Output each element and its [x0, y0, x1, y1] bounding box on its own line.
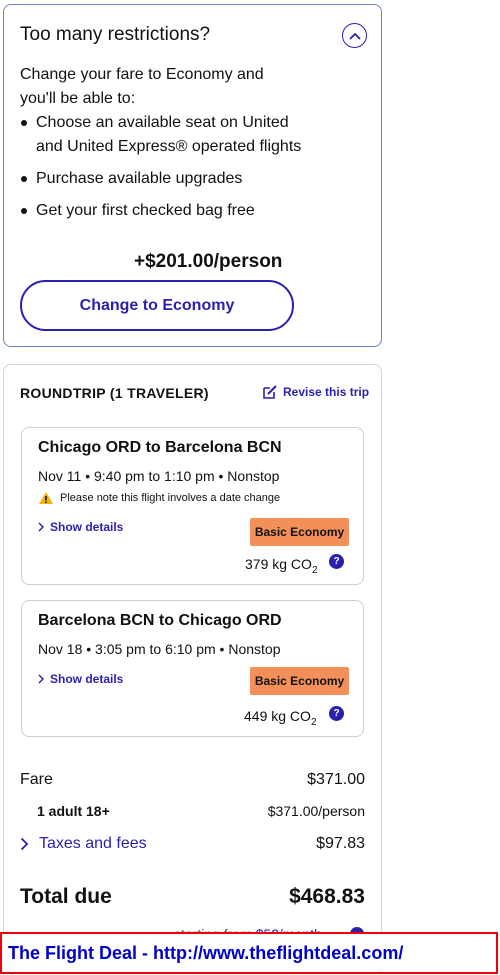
date-change-warning: Please note this flight involves a date …	[38, 491, 280, 505]
co2-emissions: 379 kg CO2	[245, 556, 318, 576]
co2-value: 379 kg CO	[245, 556, 312, 572]
chevron-right-icon	[38, 522, 44, 532]
chevron-right-icon	[38, 674, 44, 684]
flight-deal-banner: The Flight Deal - http://www.theflightde…	[0, 932, 498, 974]
flight-route: Chicago ORD to Barcelona BCN	[38, 439, 282, 456]
warning-text: Please note this flight involves a date …	[60, 492, 281, 504]
co2-subscript: 2	[311, 564, 318, 576]
chevron-right-icon	[20, 837, 29, 851]
fare-upgrade-card: Too many restrictions? Change your fare …	[3, 4, 382, 347]
flight-route: Barcelona BCN to Chicago ORD	[38, 612, 282, 629]
change-to-economy-button[interactable]: Change to Economy	[20, 280, 294, 331]
flight-card-outbound: Chicago ORD to Barcelona BCN Nov 11 • 9:…	[21, 427, 364, 585]
collapse-button[interactable]	[342, 23, 367, 48]
chevron-up-icon	[348, 32, 361, 40]
fare-class-badge: Basic Economy	[250, 667, 349, 695]
show-details-link[interactable]: Show details	[38, 520, 123, 534]
adult-value: $371.00/person	[267, 803, 365, 819]
taxes-row: Taxes and fees $97.83	[20, 835, 365, 853]
total-label: Total due	[20, 885, 112, 908]
fare-label: Fare	[20, 771, 53, 788]
fare-value: $371.00	[307, 771, 365, 788]
total-value: $468.83	[289, 885, 365, 908]
show-details-link[interactable]: Show details	[38, 672, 123, 686]
fare-class-badge: Basic Economy	[250, 518, 349, 546]
co2-emissions: 449 kg CO2	[244, 708, 317, 728]
question-icon[interactable]: ?	[329, 554, 344, 569]
flight-times: Nov 11 • 9:40 pm to 1:10 pm • Nonstop	[38, 468, 280, 484]
question-icon[interactable]: ?	[329, 706, 344, 721]
price-difference: +$201.00/person	[134, 251, 283, 272]
co2-subscript: 2	[310, 716, 317, 728]
restrictions-intro: Change your fare to Economy and you'll b…	[20, 66, 264, 107]
benefits-list: Choose an available seat on United and U…	[18, 111, 308, 231]
benefit-item: Get your first checked bag free	[18, 199, 308, 223]
adult-fare-row: 1 adult 18+ $371.00/person	[20, 803, 365, 819]
restrictions-title: Too many restrictions?	[20, 24, 211, 45]
show-details-label: Show details	[50, 520, 124, 534]
revise-trip-label: Revise this trip	[283, 385, 370, 399]
trip-type-label: ROUNDTRIP (1 TRAVELER)	[20, 385, 209, 401]
taxes-toggle[interactable]: Taxes and fees	[20, 835, 147, 853]
co2-value: 449 kg CO	[244, 708, 311, 724]
show-details-label: Show details	[50, 672, 124, 686]
total-row: Total due $468.83	[20, 885, 365, 909]
benefit-item: Purchase available upgrades	[18, 167, 308, 191]
edit-icon	[263, 385, 277, 399]
taxes-label: Taxes and fees	[39, 835, 147, 852]
benefit-item: Choose an available seat on United and U…	[18, 111, 308, 159]
flight-card-return: Barcelona BCN to Chicago ORD Nov 18 • 3:…	[21, 600, 364, 737]
adult-label: 1 adult 18+	[37, 803, 110, 819]
warning-icon	[39, 492, 53, 504]
fare-row: Fare $371.00	[20, 771, 365, 789]
trip-summary-card: ROUNDTRIP (1 TRAVELER) Revise this trip …	[3, 364, 382, 975]
revise-trip-link[interactable]: Revise this trip	[262, 384, 369, 400]
taxes-value: $97.83	[316, 835, 365, 852]
flight-times: Nov 18 • 3:05 pm to 6:10 pm • Nonstop	[38, 641, 281, 657]
